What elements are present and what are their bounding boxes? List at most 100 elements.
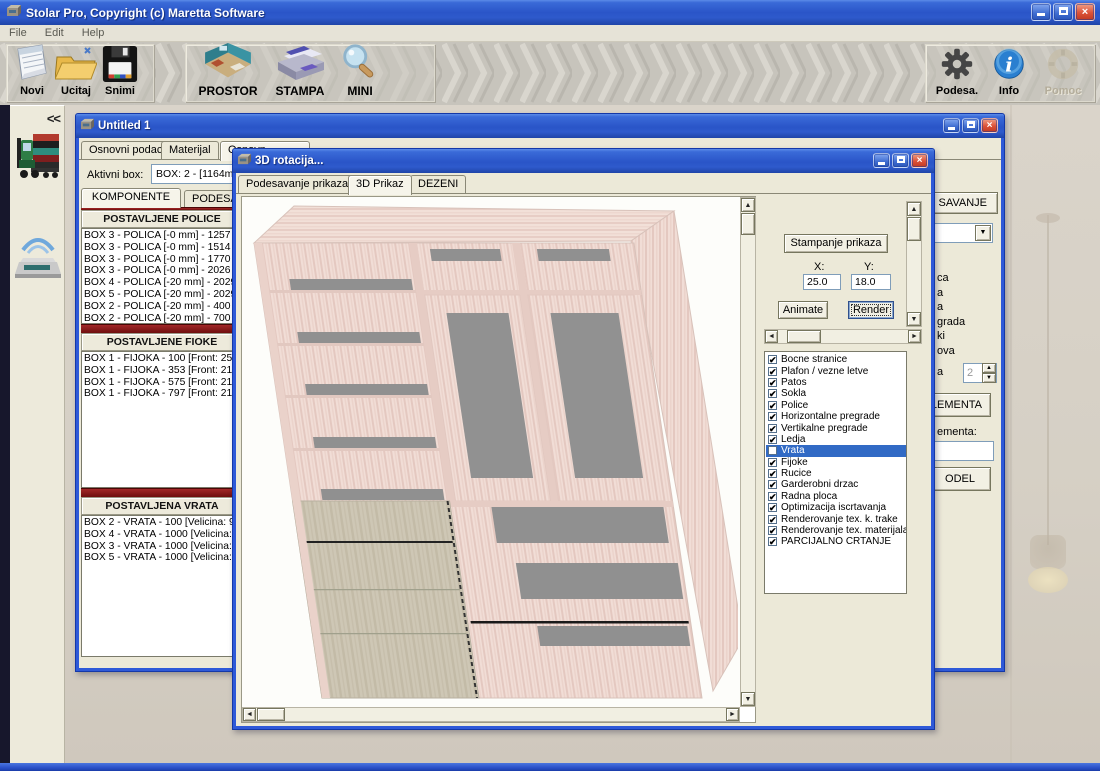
render-option[interactable]: Vrata [766, 445, 906, 456]
list-item[interactable]: BOX 1 - FIJOKA - 353 [Front: 218] [84, 365, 242, 377]
render-options-list[interactable]: ✔Bocne stranice✔Plafon / vezne letve✔Pat… [764, 351, 907, 594]
dialog-titlebar[interactable]: 3D rotacija... × [233, 149, 934, 173]
checkbox-icon[interactable]: ✔ [768, 458, 777, 467]
scroll-right-icon[interactable]: ► [726, 708, 739, 721]
truck-icon[interactable] [15, 130, 61, 189]
panel-hscrollbar[interactable]: ◄ ► [764, 329, 922, 344]
checkbox-icon[interactable]: ✔ [768, 378, 777, 387]
render-option[interactable]: ✔Rucice [766, 468, 906, 479]
save-button[interactable]: Snimi [98, 43, 142, 98]
checkbox-icon[interactable]: ✔ [768, 435, 777, 444]
list-item[interactable]: BOX 1 - FIJOKA - 797 [Front: 218] [84, 388, 242, 400]
scroll-up-icon[interactable]: ▲ [907, 202, 921, 216]
render-option[interactable]: ✔Ledja [766, 434, 906, 445]
panel-vscroll-thumb[interactable] [907, 217, 921, 241]
list-item[interactable]: BOX 2 - POLICA [-20 mm] - 700 [84, 313, 242, 324]
tab-komponente[interactable]: KOMPONENTE [81, 188, 181, 208]
viewport-vscrollbar[interactable]: ▲ ▼ [740, 197, 756, 707]
checkbox-icon[interactable]: ✔ [768, 367, 777, 376]
checkbox-icon[interactable]: ✔ [768, 355, 777, 364]
chevron-down-icon[interactable]: ▼ [975, 225, 991, 241]
render-option[interactable]: ✔Patos [766, 377, 906, 388]
render-view[interactable] [242, 197, 740, 707]
scroll-down-icon[interactable]: ▼ [741, 692, 755, 706]
dialog-maximize-button[interactable] [892, 153, 909, 168]
checkbox-icon[interactable]: ✔ [768, 537, 777, 546]
open-button[interactable]: Ucitaj [54, 43, 98, 98]
render-option[interactable]: ✔Bocne stranice [766, 354, 906, 365]
render-button[interactable]: Render [848, 301, 894, 319]
vscroll-thumb[interactable] [741, 213, 755, 235]
stampa-button[interactable]: STAMPA [268, 43, 332, 98]
list-item[interactable]: BOX 4 - VRATA - 1000 [Velicina: [84, 529, 242, 541]
tab-osnovni-podaci[interactable]: Osnovni podaci [81, 141, 173, 159]
list-item[interactable]: BOX 1 - FIJOKA - 575 [Front: 218] [84, 377, 242, 389]
close-button[interactable]: × [1075, 3, 1095, 21]
menu-help[interactable]: Help [73, 26, 114, 40]
doc-maximize-button[interactable] [962, 118, 979, 133]
model-button[interactable]: ODEL [929, 467, 991, 491]
maximize-button[interactable] [1053, 3, 1073, 21]
main-titlebar[interactable]: Stolar Pro, Copyright (c) Maretta Softwa… [0, 0, 1100, 25]
render-option[interactable]: ✔Renderovanje tex. materijala [766, 525, 906, 536]
list-item[interactable]: BOX 3 - VRATA - 1000 [Velicina: [84, 541, 242, 553]
list-item[interactable]: BOX 1 - FIJOKA - 100 [Front: 250] [84, 353, 242, 365]
render-option[interactable]: ✔Renderovanje tex. k. trake [766, 513, 906, 524]
list-item[interactable]: BOX 3 - POLICA [-0 mm] - 2026 [84, 265, 242, 277]
x-field[interactable]: 25.0 [803, 274, 841, 290]
vrata-list[interactable]: BOX 2 - VRATA - 100 [Velicina: 9BOX 4 - … [81, 515, 243, 657]
list-item[interactable]: BOX 4 - POLICA [-20 mm] - 2029 [84, 277, 242, 289]
spinner-up-button[interactable]: ▲ [982, 363, 996, 373]
render-option[interactable]: ✔Radna ploca [766, 491, 906, 502]
tab-podesavanje-prikaza[interactable]: Podesavanje prikaza [238, 175, 356, 193]
menu-file[interactable]: File [0, 26, 36, 40]
checkbox-icon[interactable]: ✔ [768, 424, 777, 433]
render-option[interactable]: ✔Horizontalne pregrade [766, 411, 906, 422]
scroll-left-icon[interactable]: ◄ [765, 330, 778, 343]
doc-minimize-button[interactable] [943, 118, 960, 133]
list-item[interactable]: BOX 5 - POLICA [-20 mm] - 2029 [84, 289, 242, 301]
render-option[interactable]: ✔Police [766, 400, 906, 411]
checkbox-icon[interactable]: ✔ [768, 480, 777, 489]
scanner-icon[interactable] [15, 222, 61, 285]
print-view-button[interactable]: Stampanje prikaza [784, 234, 888, 253]
list-item[interactable]: BOX 2 - VRATA - 100 [Velicina: 9 [84, 517, 242, 529]
animate-button[interactable]: Animate [778, 301, 828, 319]
scroll-down-icon[interactable]: ▼ [907, 312, 921, 326]
checkbox-icon[interactable] [768, 446, 777, 455]
render-option[interactable]: ✔PARCIJALNO CRTANJE [766, 536, 906, 547]
prostor-button[interactable]: PROSTOR [192, 43, 264, 98]
tab-materijal[interactable]: Materijal [161, 141, 219, 159]
list-item[interactable]: BOX 2 - POLICA [-20 mm] - 400 [84, 301, 242, 313]
sidebar-collapse-button[interactable]: << [47, 111, 60, 126]
checkbox-icon[interactable]: ✔ [768, 503, 777, 512]
render-option[interactable]: ✔Fijoke [766, 457, 906, 468]
hscroll-thumb[interactable] [257, 708, 285, 721]
panel-hscroll-thumb[interactable] [787, 330, 821, 343]
checkbox-icon[interactable]: ✔ [768, 469, 777, 478]
settings-button[interactable]: Podesa. [930, 43, 984, 98]
checkbox-icon[interactable]: ✔ [768, 492, 777, 501]
fioke-list[interactable]: BOX 1 - FIJOKA - 100 [Front: 250]BOX 1 -… [81, 351, 243, 488]
panel-vscrollbar[interactable]: ▲ ▼ [906, 201, 922, 327]
checkbox-icon[interactable]: ✔ [768, 515, 777, 524]
tab-3d-prikaz[interactable]: 3D Prikaz [348, 175, 412, 195]
render-option[interactable]: ✔Optimizacija iscrtavanja [766, 502, 906, 513]
checkbox-icon[interactable]: ✔ [768, 526, 777, 535]
viewport-hscrollbar[interactable]: ◄ ► [242, 707, 740, 722]
minimize-button[interactable] [1031, 3, 1051, 21]
render-option[interactable]: ✔Plafon / vezne letve [766, 365, 906, 376]
scroll-left-icon[interactable]: ◄ [243, 708, 256, 721]
render-option[interactable]: ✔Vertikalne pregrade [766, 422, 906, 433]
y-field[interactable]: 18.0 [851, 274, 891, 290]
menu-edit[interactable]: Edit [36, 26, 73, 40]
list-item[interactable]: BOX 3 - POLICA [-0 mm] - 1770 [84, 254, 242, 266]
help-button[interactable]: Pomoc [1036, 43, 1090, 98]
mini-button[interactable]: MINI [332, 43, 388, 98]
dialog-minimize-button[interactable] [873, 153, 890, 168]
list-item[interactable]: BOX 3 - POLICA [-0 mm] - 1257 [84, 230, 242, 242]
list-item[interactable]: BOX 5 - VRATA - 1000 [Velicina: [84, 552, 242, 564]
new-button[interactable]: Novi [10, 43, 54, 98]
checkbox-icon[interactable]: ✔ [768, 412, 777, 421]
render-option[interactable]: ✔Garderobni drzac [766, 479, 906, 490]
